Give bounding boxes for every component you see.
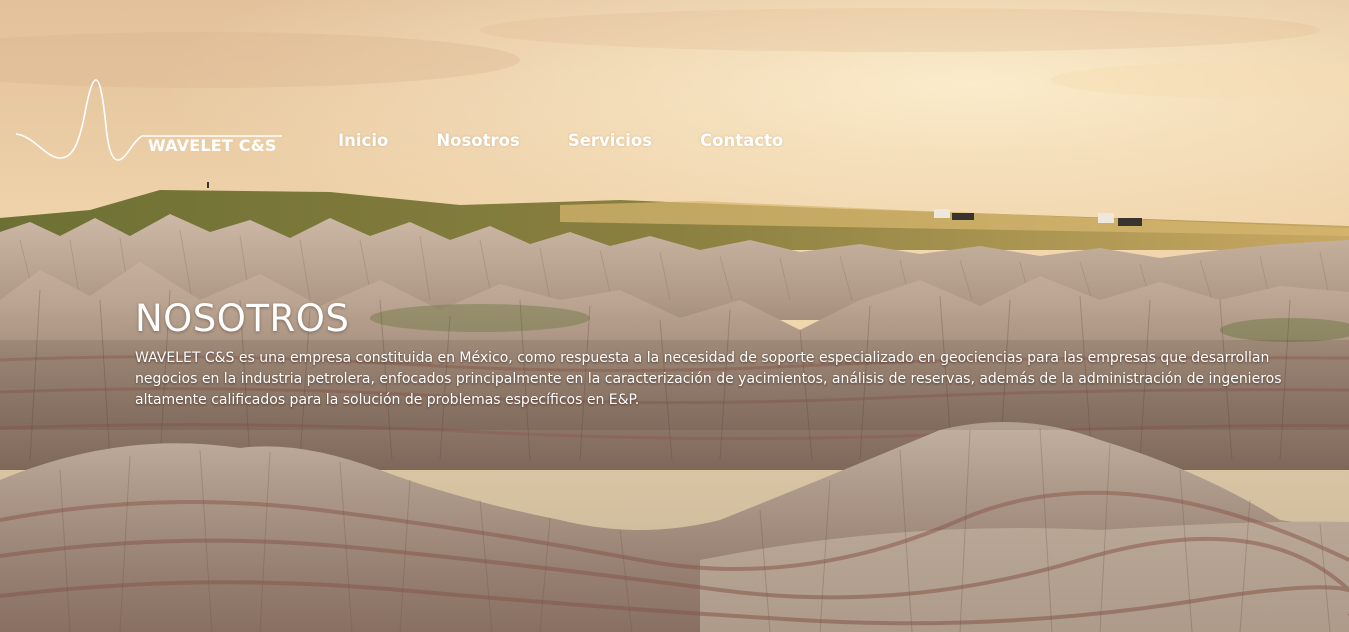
- section-body: WAVELET C&S es una empresa constituida e…: [135, 350, 1282, 408]
- nav-item-servicios[interactable]: Servicios: [568, 130, 652, 152]
- nav-item-nosotros[interactable]: Nosotros: [436, 130, 519, 152]
- brand-name: WAVELET C&S: [148, 136, 277, 155]
- about-section: NOSOTROS WAVELET C&S es una empresa cons…: [135, 296, 1285, 411]
- brand-logo[interactable]: WAVELET C&S: [14, 78, 286, 168]
- nav-item-contacto[interactable]: Contacto: [700, 130, 783, 152]
- nav-item-inicio[interactable]: Inicio: [338, 130, 388, 152]
- section-title: NOSOTROS: [135, 297, 350, 340]
- hero-section: WAVELET C&S Inicio Nosotros Servicios Co…: [0, 0, 1349, 632]
- main-nav: Inicio Nosotros Servicios Contacto: [338, 130, 783, 152]
